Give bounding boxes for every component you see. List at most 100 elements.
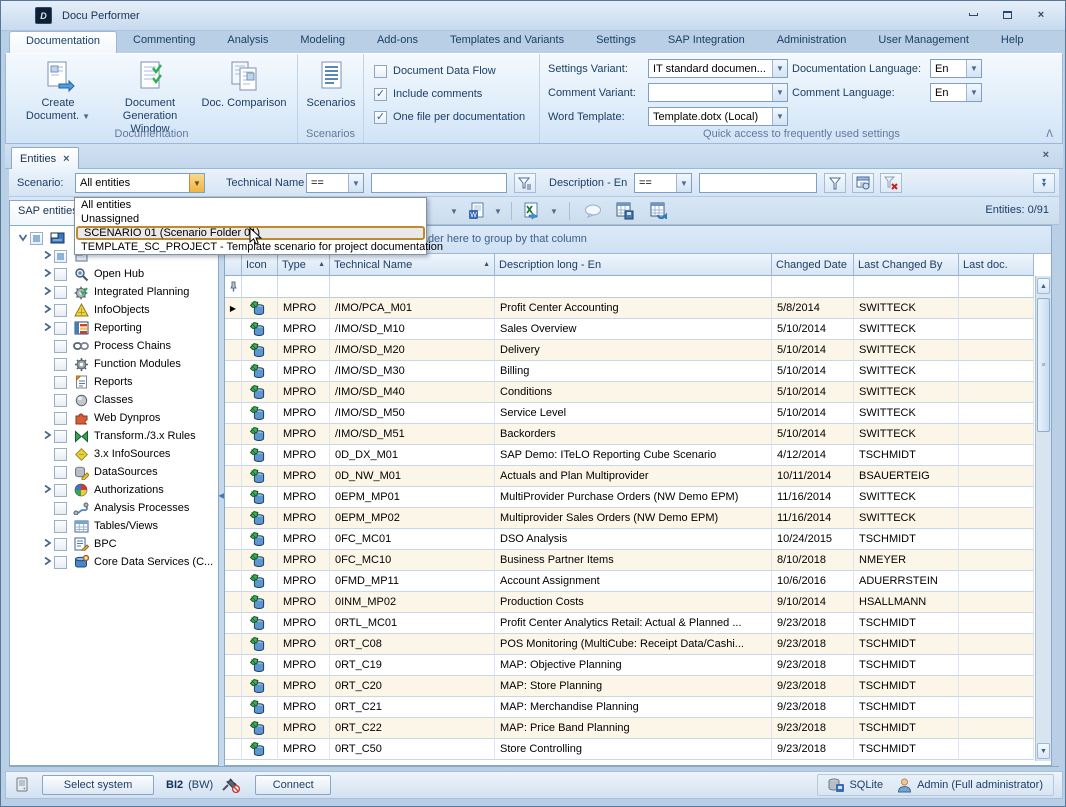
filter-cell[interactable] bbox=[772, 276, 854, 298]
table-row[interactable]: MPRO/IMO/SD_M30Billing5/10/2014SWITTECK bbox=[225, 361, 1034, 382]
filter-cell[interactable] bbox=[242, 276, 278, 298]
chevron-right-icon[interactable] bbox=[40, 304, 54, 317]
field-combobox[interactable]: IT standard documen...▼ bbox=[648, 59, 788, 78]
tree-checkbox[interactable] bbox=[54, 358, 67, 371]
description-operator-dropdown-button[interactable]: ▼ bbox=[676, 174, 691, 192]
tree-checkbox[interactable] bbox=[54, 340, 67, 353]
table-row[interactable]: MPRO/IMO/SD_M50Service Level5/10/2014SWI… bbox=[225, 403, 1034, 424]
tree-item-analysis-processes[interactable]: Analysis Processes bbox=[10, 499, 218, 517]
menu-tab-commenting[interactable]: Commenting bbox=[117, 31, 211, 53]
expand-filter-panel-button[interactable]: ▾▾ bbox=[1033, 173, 1055, 193]
field-dropdown-button[interactable]: ▼ bbox=[772, 84, 787, 101]
tree-item-reporting[interactable]: Reporting bbox=[10, 319, 218, 337]
document-generation-window-button[interactable]: DocumentGeneration Window bbox=[104, 58, 196, 136]
description-filter-input[interactable] bbox=[699, 173, 817, 193]
table-row[interactable]: MPRO0D_DX_M01SAP Demo: ITeLO Reporting C… bbox=[225, 445, 1034, 466]
chevron-right-icon[interactable] bbox=[40, 484, 54, 497]
menu-tab-documentation[interactable]: Documentation bbox=[9, 31, 117, 53]
tree-checkbox[interactable] bbox=[54, 250, 67, 263]
tree-checkbox[interactable] bbox=[54, 322, 67, 335]
tab-entities[interactable]: Entities × bbox=[11, 147, 79, 169]
tree-checkbox[interactable] bbox=[30, 232, 43, 245]
column-header-last-changed-by[interactable]: Last Changed By bbox=[854, 254, 959, 276]
comments-button[interactable] bbox=[581, 200, 605, 222]
filter-cell[interactable] bbox=[854, 276, 959, 298]
filter-cell[interactable] bbox=[959, 276, 1034, 298]
doc-comparison-button[interactable]: Doc. Comparison bbox=[198, 58, 290, 110]
chevron-right-icon[interactable] bbox=[40, 268, 54, 281]
tree-checkbox[interactable] bbox=[54, 448, 67, 461]
tree-checkbox[interactable] bbox=[54, 412, 67, 425]
tree-item-3-x-infosources[interactable]: 3.x InfoSources bbox=[10, 445, 218, 463]
column-header-technical-name[interactable]: Technical Name▲ bbox=[330, 254, 495, 276]
chevron-right-icon[interactable] bbox=[40, 430, 54, 443]
ribbon-checkbox-document-data-flow[interactable]: Document Data Flow bbox=[374, 63, 525, 79]
filter-cell[interactable] bbox=[495, 276, 772, 298]
ribbon-checkbox-one-file-per-documentation[interactable]: ✓One file per documentation bbox=[374, 109, 525, 125]
tree-checkbox[interactable] bbox=[54, 430, 67, 443]
reset-grid-layout-button[interactable] bbox=[647, 200, 671, 222]
menu-tab-settings[interactable]: Settings bbox=[580, 31, 652, 53]
filter-cell[interactable] bbox=[330, 276, 495, 298]
field-dropdown-button[interactable]: ▼ bbox=[772, 108, 787, 125]
tree-item-bpc[interactable]: BPC bbox=[10, 535, 218, 553]
field-combobox[interactable]: En▼ bbox=[930, 83, 982, 102]
description-operator-combobox[interactable]: == ▼ bbox=[634, 173, 692, 193]
table-row[interactable]: ▶MPRO/IMO/PCA_M01Profit Center Accountin… bbox=[225, 298, 1034, 319]
scenario-option[interactable]: All entities bbox=[75, 198, 426, 212]
table-row[interactable]: MPRO0FMD_MP11Account Assignment10/6/2016… bbox=[225, 571, 1034, 592]
clear-filter-button[interactable] bbox=[880, 173, 902, 193]
technical-operator-combobox[interactable]: == ▼ bbox=[306, 173, 364, 193]
chevron-right-icon[interactable] bbox=[40, 556, 54, 569]
field-combobox[interactable]: Template.dotx (Local)▼ bbox=[648, 107, 788, 126]
tree-checkbox[interactable] bbox=[54, 394, 67, 407]
column-header-type[interactable]: Type▲ bbox=[278, 254, 330, 276]
table-row[interactable]: MPRO0EPM_MP02Multiprovider Sales Orders … bbox=[225, 508, 1034, 529]
menu-tab-administration[interactable]: Administration bbox=[761, 31, 863, 53]
filter-cell[interactable] bbox=[278, 276, 330, 298]
save-grid-layout-button[interactable] bbox=[613, 200, 637, 222]
column-header-last-doc-[interactable]: Last doc. bbox=[959, 254, 1034, 276]
minimize-button[interactable] bbox=[961, 7, 985, 22]
technical-name-filter-input[interactable] bbox=[371, 173, 507, 193]
menu-tab-user-management[interactable]: User Management bbox=[862, 31, 985, 53]
table-row[interactable]: MPRO/IMO/SD_M40Conditions5/10/2014SWITTE… bbox=[225, 382, 1034, 403]
view-close-button[interactable]: × bbox=[1043, 149, 1049, 161]
chevron-right-icon[interactable] bbox=[40, 322, 54, 335]
field-dropdown-button[interactable]: ▼ bbox=[772, 60, 787, 77]
field-dropdown-button[interactable]: ▼ bbox=[966, 84, 981, 101]
tree-item-integrated-planning[interactable]: Integrated Planning bbox=[10, 283, 218, 301]
tree-item-function-modules[interactable]: Function Modules bbox=[10, 355, 218, 373]
menu-tab-sap-integration[interactable]: SAP Integration bbox=[652, 31, 761, 53]
tree-checkbox[interactable] bbox=[54, 502, 67, 515]
menu-tab-add-ons[interactable]: Add-ons bbox=[361, 31, 434, 53]
tree-item-tables-views[interactable]: Tables/Views bbox=[10, 517, 218, 535]
menu-tab-analysis[interactable]: Analysis bbox=[211, 31, 284, 53]
table-row[interactable]: MPRO0RT_C22MAP: Price Band Planning9/23/… bbox=[225, 718, 1034, 739]
scroll-up-button[interactable]: ▲ bbox=[1037, 278, 1050, 294]
table-row[interactable]: MPRO/IMO/SD_M51Backorders5/10/2014SWITTE… bbox=[225, 424, 1034, 445]
tree-item-core-data-services-c-[interactable]: Core Data Services (C... bbox=[10, 553, 218, 571]
tree-item-classes[interactable]: Classes bbox=[10, 391, 218, 409]
tree-item-transform-3-x-rules[interactable]: Transform./3.x Rules bbox=[10, 427, 218, 445]
tree-item-web-dynpros[interactable]: Web Dynpros bbox=[10, 409, 218, 427]
filter-editor-button[interactable] bbox=[852, 173, 874, 193]
column-header-changed-date[interactable]: Changed Date bbox=[772, 254, 854, 276]
tree-item-process-chains[interactable]: Process Chains bbox=[10, 337, 218, 355]
description-filter-button[interactable] bbox=[824, 173, 846, 193]
ribbon-checkbox-include-comments[interactable]: ✓Include comments bbox=[374, 86, 525, 102]
tree-checkbox[interactable] bbox=[54, 304, 67, 317]
column-header-description-long-en[interactable]: Description long - En bbox=[495, 254, 772, 276]
select-system-button[interactable]: Select system bbox=[42, 775, 154, 795]
table-row[interactable]: MPRO0RT_C08POS Monitoring (MultiCube: Re… bbox=[225, 634, 1034, 655]
scenario-combobox[interactable]: All entities ▼ bbox=[75, 173, 205, 193]
tree-checkbox[interactable] bbox=[54, 376, 67, 389]
collapse-ribbon-button[interactable]: ᐱ bbox=[1046, 129, 1053, 140]
field-combobox[interactable]: ▼ bbox=[648, 83, 788, 102]
table-row[interactable]: MPRO0FC_MC01DSO Analysis10/24/2015TSCHMI… bbox=[225, 529, 1034, 550]
hidden-split-dropdown-button[interactable]: ▼ bbox=[447, 200, 461, 222]
chevron-right-icon[interactable] bbox=[40, 286, 54, 299]
tree-checkbox[interactable] bbox=[54, 466, 67, 479]
chevron-right-icon[interactable] bbox=[40, 250, 54, 263]
scroll-down-button[interactable]: ▼ bbox=[1037, 743, 1050, 759]
